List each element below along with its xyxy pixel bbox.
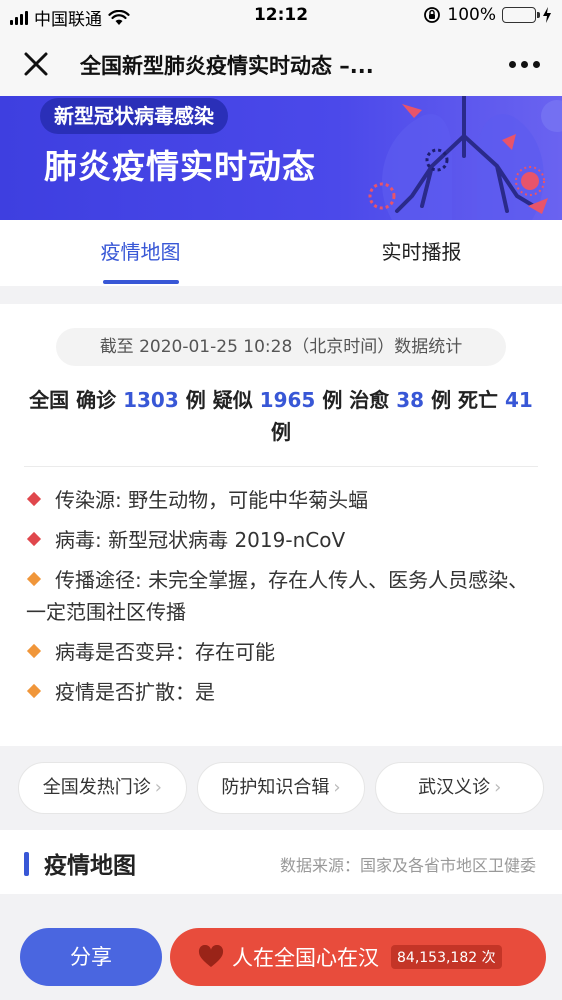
chevron-right-icon: › xyxy=(333,777,341,798)
heart-icon xyxy=(198,945,224,967)
stats-prefix: 全国 xyxy=(29,388,70,412)
divider xyxy=(24,466,538,467)
unit-label: 例 xyxy=(322,388,343,412)
cheer-button[interactable]: 人在全国心在汉 84,153,182 次 xyxy=(170,928,546,986)
diamond-bullet-icon xyxy=(26,491,42,507)
list-item: 疫情是否扩散：是 xyxy=(26,676,536,708)
battery-icon xyxy=(502,7,540,23)
share-button[interactable]: 分享 xyxy=(20,928,162,986)
cheer-count: 84,153,182 次 xyxy=(391,945,502,969)
diamond-bullet-icon xyxy=(26,683,42,699)
link-label: 防护知识合辑 xyxy=(221,777,330,798)
stats-date: 截至 2020-01-25 10:28（北京时间）数据统计 xyxy=(56,328,506,366)
tab-bar: 疫情地图 实时播报 xyxy=(0,220,562,286)
list-item: 传染源: 野生动物，可能中华菊头蝠 xyxy=(26,484,536,516)
fact-text: 传播途径: 未完全掌握，存在人传人、医务人员感染、一定范围社区传播 xyxy=(26,568,529,624)
unit-label: 例 xyxy=(185,388,206,412)
map-section-header: 疫情地图 数据来源：国家及各省市地区卫健委 xyxy=(0,830,562,894)
link-label: 武汉义诊 xyxy=(418,777,491,798)
confirmed-count: 1303 xyxy=(123,388,179,412)
data-source-text: 数据来源：国家及各省市地区卫健委 xyxy=(279,856,536,875)
diamond-bullet-icon xyxy=(26,571,42,587)
page-title: 全国新型肺炎疫情实时动态 –... xyxy=(80,54,374,78)
stats-card: 截至 2020-01-25 10:28（北京时间）数据统计 全国 确诊 1303… xyxy=(0,304,562,746)
stats-summary: 全国 确诊 1303 例 疑似 1965 例 治愈 38 例 死亡 41 例 xyxy=(22,384,540,448)
fact-text: 病毒是否变异：存在可能 xyxy=(55,640,275,664)
chevron-right-icon: › xyxy=(154,777,162,798)
wuhan-consult-link[interactable]: 武汉义诊 › xyxy=(375,762,545,814)
status-bar: 中国联通 12:12 100% xyxy=(0,0,562,32)
dead-count: 41 xyxy=(505,388,533,412)
protection-guide-link[interactable]: 防护知识合辑 › xyxy=(196,762,366,814)
fever-clinic-link[interactable]: 全国发热门诊 › xyxy=(18,762,187,814)
tab-live-updates[interactable]: 实时播报 xyxy=(281,220,562,286)
cheer-label: 人在全国心在汉 xyxy=(232,946,379,970)
bottom-bar: 分享 人在全国心在汉 84,153,182 次 xyxy=(0,910,562,1000)
unit-label: 例 xyxy=(431,388,452,412)
confirmed-label: 确诊 xyxy=(76,388,117,412)
suspected-count: 1965 xyxy=(259,388,316,412)
section-title: 疫情地图 xyxy=(44,853,136,879)
nav-bar: 全国新型肺炎疫情实时动态 –... xyxy=(0,32,562,96)
banner: 新型冠状病毒感染 肺炎疫情实时动态 xyxy=(0,96,562,220)
banner-title: 肺炎疫情实时动态 xyxy=(44,147,316,186)
fact-text: 传染源: 野生动物，可能中华菊头蝠 xyxy=(55,488,369,512)
cured-count: 38 xyxy=(396,388,425,412)
suspected-label: 疑似 xyxy=(212,388,253,412)
fact-text: 疫情是否扩散：是 xyxy=(55,680,215,704)
battery-percent: 100% xyxy=(447,5,496,25)
link-label: 全国发热门诊 xyxy=(42,777,151,798)
unit-label: 例 xyxy=(271,420,291,444)
cured-label: 治愈 xyxy=(349,388,390,412)
banner-tag: 新型冠状病毒感染 xyxy=(40,98,228,134)
list-item: 传播途径: 未完全掌握，存在人传人、医务人员感染、一定范围社区传播 xyxy=(26,564,536,628)
tab-epidemic-map[interactable]: 疫情地图 xyxy=(0,220,281,286)
section-accent-bar xyxy=(24,852,29,876)
quick-links: 全国发热门诊 › 防护知识合辑 › 武汉义诊 › xyxy=(0,746,562,830)
more-options-icon[interactable] xyxy=(504,50,544,78)
fact-text: 病毒: 新型冠状病毒 2019-nCoV xyxy=(55,528,346,552)
dead-label: 死亡 xyxy=(458,388,499,412)
list-item: 病毒: 新型冠状病毒 2019-nCoV xyxy=(26,524,536,556)
lung-illustration-icon xyxy=(368,96,562,220)
rotation-lock-icon xyxy=(424,7,441,23)
diamond-bullet-icon xyxy=(26,643,42,659)
facts-list: 传染源: 野生动物，可能中华菊头蝠 病毒: 新型冠状病毒 2019-nCoV 传… xyxy=(26,484,536,716)
close-icon[interactable] xyxy=(18,46,54,82)
list-item: 病毒是否变异：存在可能 xyxy=(26,636,536,668)
status-right: 100% xyxy=(423,5,552,25)
diamond-bullet-icon xyxy=(26,531,42,547)
chevron-right-icon: › xyxy=(494,777,502,798)
charging-icon xyxy=(543,7,551,23)
